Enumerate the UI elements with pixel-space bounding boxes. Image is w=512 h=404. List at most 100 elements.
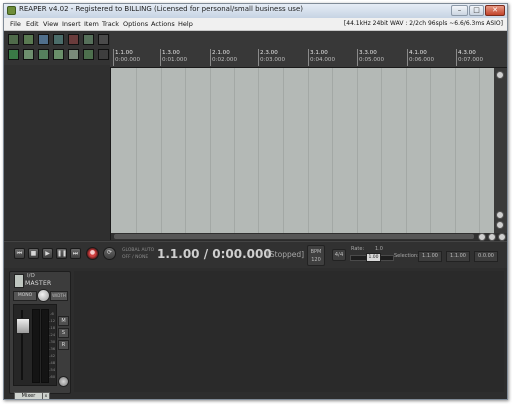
pause-button[interactable]: ❚❚ (56, 248, 67, 259)
audio-device-info[interactable]: [44.1kHz 24bit WAV : 2/2ch 96spls ~6.6/6… (344, 20, 503, 27)
grid-line (332, 68, 333, 233)
ruler-time-label: 0:07.000 (458, 57, 484, 63)
go-to-start-button[interactable]: ⏮ (14, 248, 25, 259)
envelope-icon[interactable] (53, 49, 64, 60)
zoom-in-vertical-icon[interactable] (496, 221, 504, 229)
position-display[interactable]: 1.1.00 / 0:00.000 (157, 247, 272, 261)
zoom-out-vertical-icon[interactable] (496, 211, 504, 219)
close-button[interactable]: ✕ (485, 5, 505, 16)
main-toolbar (4, 31, 111, 65)
open-project-icon[interactable] (23, 34, 34, 45)
ruler-tick (113, 49, 114, 66)
grid-line (357, 68, 358, 233)
maximize-button[interactable]: □ (469, 5, 484, 16)
selection-start[interactable]: 1.1.00 (418, 251, 442, 262)
horizontal-scroll-thumb[interactable] (114, 234, 474, 239)
mute-button[interactable]: M (58, 316, 69, 326)
meter-scale-tick: -30 (49, 339, 56, 344)
track-control-panel[interactable] (4, 65, 111, 240)
menu-bar: File Edit View Insert Item Track Options… (4, 18, 507, 31)
menu-actions[interactable]: Actions (151, 20, 175, 28)
grid-line (479, 68, 480, 233)
rate-value: 1.0 (375, 246, 383, 252)
window-title: REAPER v4.02 - Registered to BILLING (Li… (19, 5, 303, 13)
mixer-panel: I/O MASTER MONO WIDTH -6 -12 -18 -24 -30… (4, 268, 507, 399)
menu-file[interactable]: File (10, 20, 21, 28)
menu-track[interactable]: Track (102, 20, 119, 28)
scroll-up-icon[interactable] (496, 71, 504, 79)
ruler-time-label: 0:02.000 (212, 57, 238, 63)
arrange-view[interactable] (111, 68, 494, 233)
grid-line (381, 68, 382, 233)
project-settings-icon[interactable] (53, 34, 64, 45)
menu-options[interactable]: Options (123, 20, 148, 28)
grid-line (406, 68, 407, 233)
route-button[interactable]: R (58, 340, 69, 350)
selection-length[interactable]: 0.0.00 (474, 251, 498, 262)
ripple-edit-icon[interactable] (23, 49, 34, 60)
snap-icon[interactable] (8, 49, 19, 60)
mixer-tab[interactable]: Mixer (14, 392, 43, 399)
menu-insert[interactable]: Insert (62, 20, 81, 28)
save-project-icon[interactable] (38, 34, 49, 45)
timeline-ruler[interactable]: 1.1.00 0:00.000 1.3.00 0:01.000 2.1.00 0… (110, 31, 507, 68)
ruler-bar-label: 1.1.00 (115, 50, 133, 56)
mono-button[interactable]: MONO (13, 291, 37, 301)
mixer-tab-close-button[interactable]: x (42, 392, 50, 399)
new-project-icon[interactable] (8, 34, 19, 45)
ruler-bar-label: 1.3.00 (162, 50, 180, 56)
fx-icon[interactable] (58, 376, 69, 387)
grid-line (234, 68, 235, 233)
zoom-reset-icon[interactable] (498, 233, 506, 241)
time-signature[interactable]: 4/4 (332, 249, 346, 261)
rate-label: Rate: (351, 246, 365, 252)
grid-line (308, 68, 309, 233)
undo-icon[interactable] (68, 34, 79, 45)
redo-icon[interactable] (83, 34, 94, 45)
volume-fader[interactable] (16, 318, 30, 334)
playrate-knob[interactable]: 1.00 (366, 253, 381, 262)
global-auto-label: GLOBAL AUTO (122, 248, 155, 253)
meter-scale-tick: -18 (49, 325, 56, 330)
meter-left (32, 309, 40, 383)
horizontal-scrollbar[interactable] (111, 233, 507, 241)
stop-button[interactable]: ■ (28, 248, 39, 259)
record-button[interactable]: ● (86, 247, 99, 260)
menu-edit[interactable]: Edit (26, 20, 39, 28)
play-button[interactable]: ▶ (42, 248, 53, 259)
title-bar[interactable]: REAPER v4.02 - Registered to BILLING (Li… (4, 4, 507, 18)
width-button[interactable]: WIDTH (50, 291, 68, 301)
bpm-box[interactable]: BPM 120 (307, 245, 325, 266)
grid-line (283, 68, 284, 233)
pan-knob[interactable] (37, 289, 50, 302)
meter-scale-tick: -36 (49, 346, 56, 351)
grid-icon[interactable] (68, 49, 79, 60)
mixer-track-area[interactable] (74, 271, 504, 392)
routing-icon[interactable] (14, 274, 24, 288)
meter-scale-tick: -48 (49, 360, 56, 365)
io-label[interactable]: I/O (27, 273, 35, 279)
menu-help[interactable]: Help (178, 20, 193, 28)
ruler-bar-label: 3.3.00 (359, 50, 377, 56)
menu-item[interactable]: Item (84, 20, 99, 28)
minimize-button[interactable]: – (451, 5, 468, 16)
selection-end[interactable]: 1.1.00 (446, 251, 470, 262)
ruler-bar-label: 4.3.00 (458, 50, 476, 56)
grouping-icon[interactable] (38, 49, 49, 60)
menu-view[interactable]: View (43, 20, 58, 28)
grid-line (430, 68, 431, 233)
zoom-out-horizontal-icon[interactable] (478, 233, 486, 241)
auto-mode-button[interactable]: OFF / NONE (122, 255, 148, 260)
loop-icon[interactable] (83, 49, 94, 60)
grid-line (185, 68, 186, 233)
bpm-value[interactable]: 120 (308, 257, 324, 263)
metronome-icon[interactable] (98, 34, 109, 45)
solo-button[interactable]: S (58, 328, 69, 338)
ruler-time-label: 0:00.000 (115, 57, 141, 63)
go-to-end-button[interactable]: ⏭ (70, 248, 81, 259)
lock-icon[interactable] (98, 49, 109, 60)
zoom-in-horizontal-icon[interactable] (488, 233, 496, 241)
vertical-scrollbar[interactable] (494, 68, 507, 233)
repeat-button[interactable]: ⟳ (103, 247, 116, 260)
meter-scale-tick: -42 (49, 353, 56, 358)
